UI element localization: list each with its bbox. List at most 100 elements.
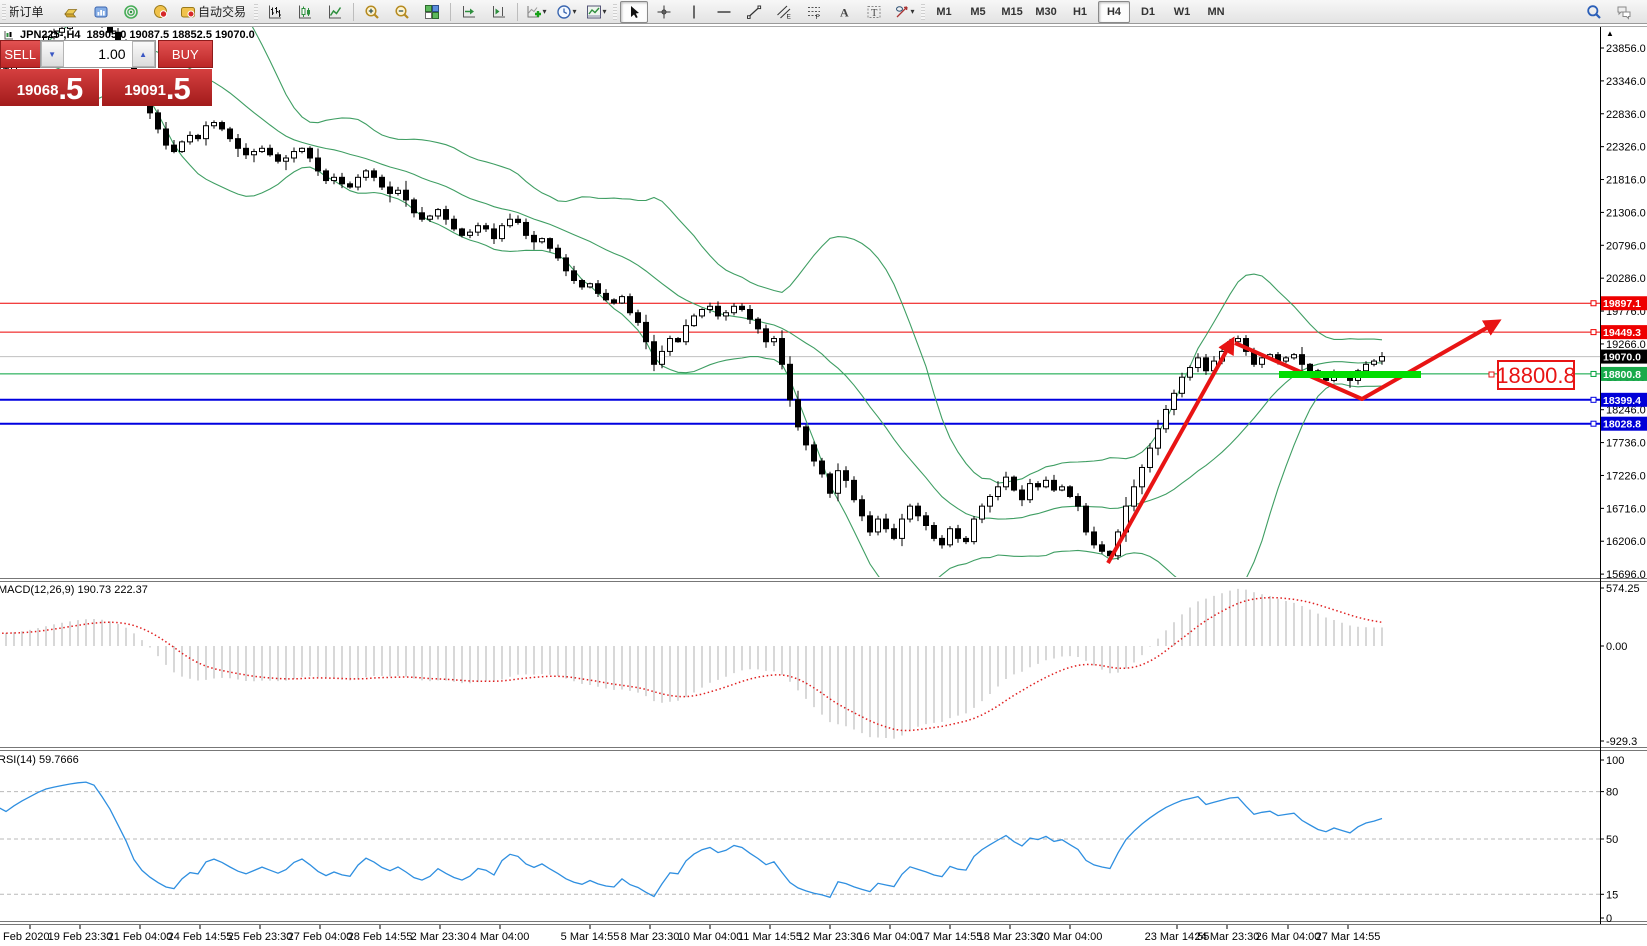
- text-tool-button[interactable]: A: [830, 1, 858, 23]
- tile-windows-icon: [424, 4, 440, 20]
- volume-stepper: ▼ 1.00 ▲: [40, 40, 156, 68]
- buy-price-int: 19091: [124, 78, 166, 104]
- templates-button[interactable]: ▾: [582, 1, 610, 23]
- svg-text:2 Mar 23:30: 2 Mar 23:30: [411, 931, 470, 943]
- text-label-tool-button[interactable]: T: [860, 1, 888, 23]
- gold-bar-button[interactable]: [57, 1, 85, 23]
- svg-text:11 Mar 14:55: 11 Mar 14:55: [738, 931, 802, 943]
- toolbar-grip: [921, 4, 925, 20]
- one-click-order-panel: SELL ▼ 1.00 ▲ BUY 19068.5 19091.5: [0, 40, 213, 106]
- add-indicator-button[interactable]: ▾: [522, 1, 550, 23]
- gold-bar-icon: [63, 4, 79, 20]
- svg-text:19070.0: 19070.0: [1603, 352, 1641, 364]
- main-toolbar: 新订单自动交易▾▾▾EFAT▾M1M5M15M30H1H4D1W1MN: [0, 0, 1647, 24]
- chat-button[interactable]: [1610, 1, 1638, 23]
- auto-scroll-button[interactable]: [455, 1, 483, 23]
- svg-text:20796.0: 20796.0: [1606, 240, 1646, 252]
- fibonacci-tool-button[interactable]: F: [800, 1, 828, 23]
- templates-icon: [586, 4, 602, 20]
- svg-text:12 Mar 23:30: 12 Mar 23:30: [798, 931, 863, 943]
- shapes-tool-button[interactable]: ▾: [890, 1, 918, 23]
- line-handle: [1591, 397, 1596, 402]
- timeframe-m1-button[interactable]: M1: [928, 1, 960, 23]
- timeframe-m5-button[interactable]: M5: [962, 1, 994, 23]
- svg-text:17226.0: 17226.0: [1606, 470, 1646, 482]
- svg-text:A: A: [840, 5, 849, 19]
- market-watch-icon: [153, 4, 169, 20]
- chart-line-button[interactable]: [321, 1, 349, 23]
- svg-text:27 Mar 14:55: 27 Mar 14:55: [1316, 931, 1381, 943]
- signal-icon: [123, 4, 139, 20]
- new-order-button[interactable]: 新订单: [9, 1, 55, 23]
- line-handle: [1591, 301, 1596, 306]
- autotrade-button[interactable]: 自动交易: [177, 1, 251, 23]
- trading-chart[interactable]: 18800.823856.023346.022836.022326.021816…: [0, 0, 1647, 946]
- volume-input[interactable]: 1.00: [64, 41, 132, 67]
- cursor-icon: [626, 4, 642, 20]
- svg-text:20286.0: 20286.0: [1606, 273, 1646, 285]
- chevron-down-icon: ▾: [543, 7, 547, 16]
- buy-price-display[interactable]: 19091.5: [102, 69, 212, 106]
- svg-text:18800.8: 18800.8: [1603, 369, 1641, 381]
- timeframe-w1-button[interactable]: W1: [1166, 1, 1198, 23]
- timeframe-m30-button[interactable]: M30: [1030, 1, 1062, 23]
- svg-text:18028.8: 18028.8: [1603, 419, 1641, 431]
- periods-button[interactable]: ▾: [552, 1, 580, 23]
- svg-text:574.25: 574.25: [1606, 583, 1640, 595]
- periods-icon: [556, 4, 572, 20]
- market-watch-button[interactable]: [147, 1, 175, 23]
- channel-tool-button[interactable]: E: [770, 1, 798, 23]
- search-icon: [1586, 4, 1602, 20]
- horizontal-line-tool-button[interactable]: [710, 1, 738, 23]
- trading-terminal: 18800.823856.023346.022836.022326.021816…: [0, 0, 1647, 946]
- rsi-indicator-label: RSI(14) 59.7666: [0, 754, 79, 766]
- search-button[interactable]: [1580, 1, 1608, 23]
- tile-windows-button[interactable]: [418, 1, 446, 23]
- crosshair-tool-button[interactable]: [650, 1, 678, 23]
- zoom-out-button[interactable]: [388, 1, 416, 23]
- svg-text:18800.8: 18800.8: [1496, 363, 1576, 388]
- chart-candles-button[interactable]: [291, 1, 319, 23]
- sell-price-display[interactable]: 19068.5: [0, 69, 99, 106]
- svg-text:26 Mar 04:00: 26 Mar 04:00: [1256, 931, 1321, 943]
- trendline-tool-button[interactable]: [740, 1, 768, 23]
- zoom-out-icon: [394, 4, 410, 20]
- svg-text:100: 100: [1606, 755, 1624, 767]
- macd-name: MACD(12,26,9): [0, 584, 74, 596]
- svg-text:T: T: [871, 8, 878, 19]
- volume-increase-button[interactable]: ▲: [132, 41, 155, 67]
- svg-text:19 Feb 23:30: 19 Feb 23:30: [48, 931, 113, 943]
- sell-button[interactable]: SELL: [0, 40, 40, 68]
- volume-decrease-button[interactable]: ▼: [41, 41, 64, 67]
- line-handle: [1591, 371, 1596, 376]
- price-history-button[interactable]: [87, 1, 115, 23]
- buy-button[interactable]: BUY: [158, 40, 213, 68]
- horizontal-line-icon: [716, 4, 732, 20]
- cursor-tool-button[interactable]: [620, 1, 648, 23]
- timeframe-h4-button[interactable]: H4: [1098, 1, 1130, 23]
- chart-shift-button[interactable]: [485, 1, 513, 23]
- macd-signal-value: 222.37: [114, 584, 148, 596]
- svg-text:20 Mar 04:00: 20 Mar 04:00: [1038, 931, 1103, 943]
- timeframe-d1-button[interactable]: D1: [1132, 1, 1164, 23]
- svg-text:0.00: 0.00: [1606, 641, 1627, 653]
- signal-button[interactable]: [117, 1, 145, 23]
- svg-text:23856.0: 23856.0: [1606, 43, 1646, 55]
- vertical-line-tool-button[interactable]: [680, 1, 708, 23]
- channel-icon: E: [776, 4, 792, 20]
- svg-text:5 Mar 14:55: 5 Mar 14:55: [561, 931, 620, 943]
- timeframe-m15-button[interactable]: M15: [996, 1, 1028, 23]
- timeframe-h1-button[interactable]: H1: [1064, 1, 1096, 23]
- chart-line-icon: [327, 4, 343, 20]
- svg-text:25 Feb 23:30: 25 Feb 23:30: [228, 931, 293, 943]
- chart-bars-button[interactable]: [261, 1, 289, 23]
- price-history-icon: [93, 4, 109, 20]
- svg-text:15696.0: 15696.0: [1606, 569, 1646, 581]
- svg-text:24 Feb 14:55: 24 Feb 14:55: [168, 931, 233, 943]
- svg-text:4 Mar 04:00: 4 Mar 04:00: [471, 931, 530, 943]
- svg-text:24 Mar 23:30: 24 Mar 23:30: [1195, 931, 1260, 943]
- toolbar-grip: [254, 4, 258, 20]
- svg-text:22326.0: 22326.0: [1606, 142, 1646, 154]
- zoom-in-button[interactable]: [358, 1, 386, 23]
- timeframe-mn-button[interactable]: MN: [1200, 1, 1232, 23]
